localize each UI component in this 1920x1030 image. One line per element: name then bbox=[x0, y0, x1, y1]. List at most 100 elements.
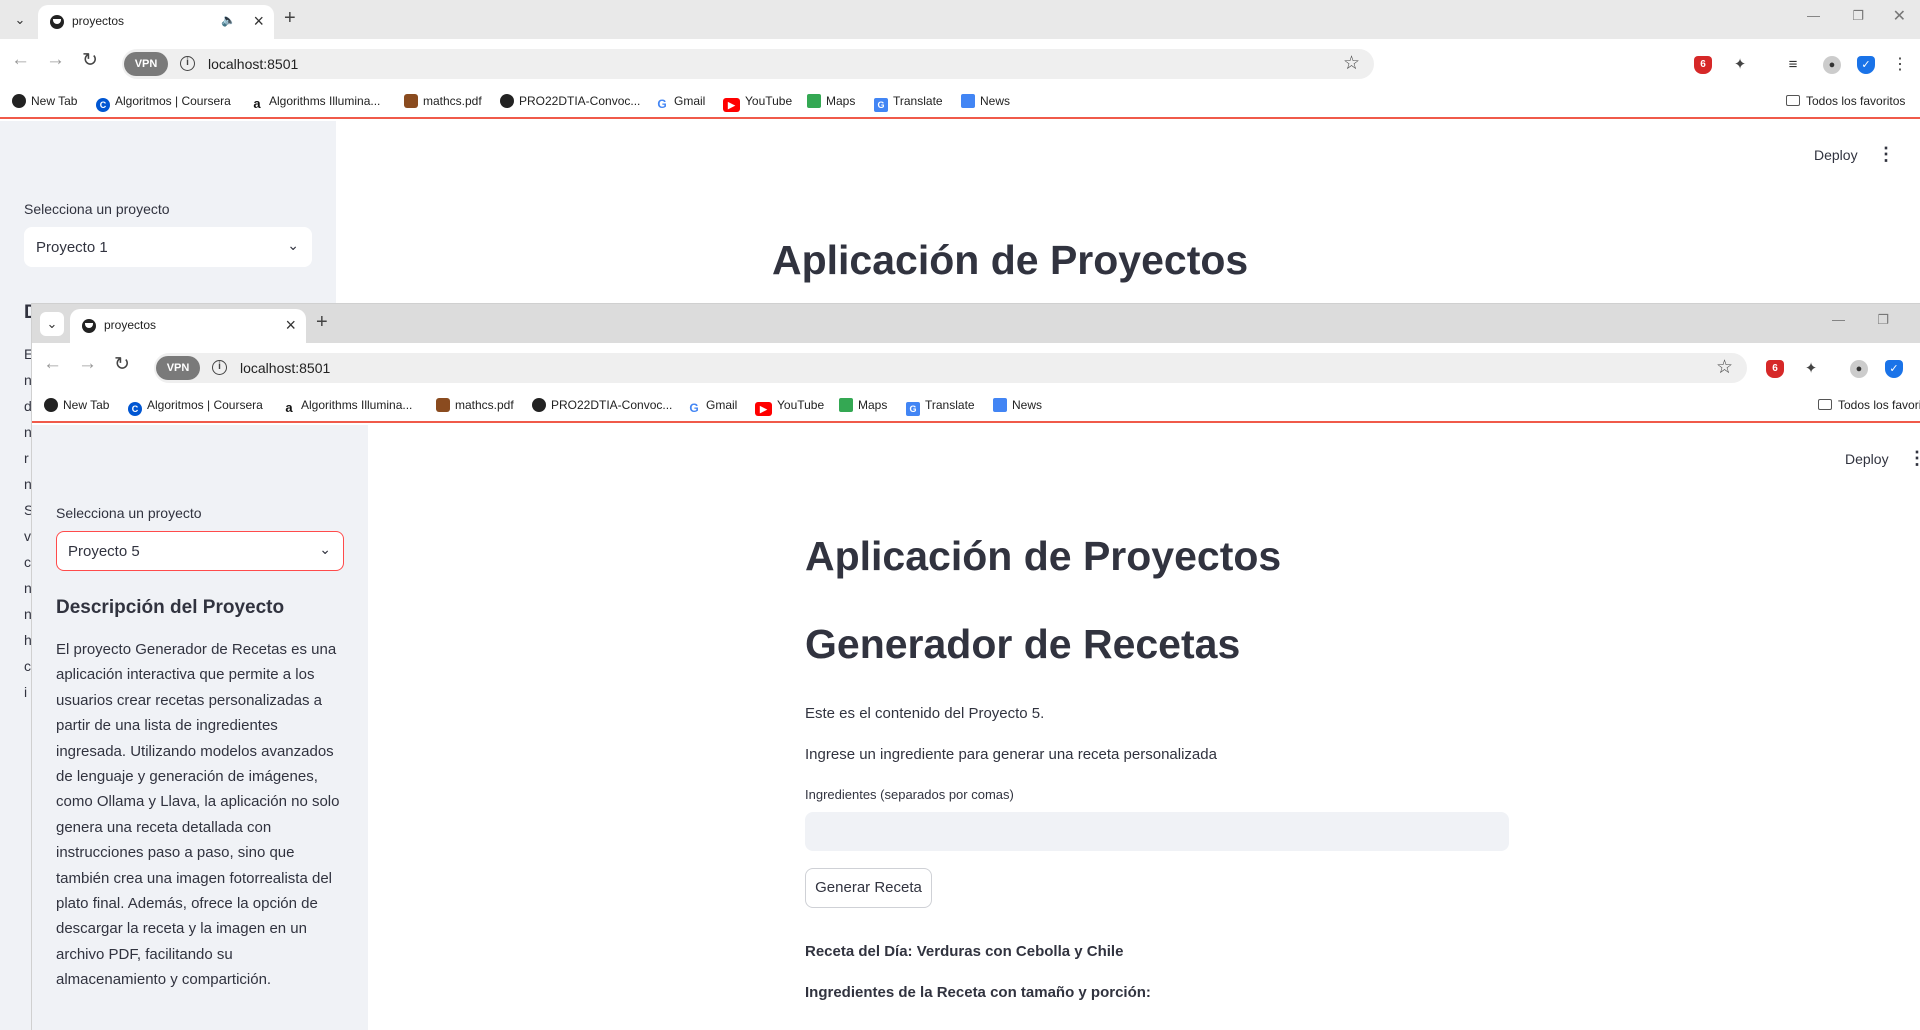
vpn-badge[interactable]: VPN bbox=[124, 52, 168, 76]
bookmark-pro22dtia[interactable]: PRO22DTIA-Convoc... bbox=[500, 94, 640, 108]
bookmarks-bar: New Tab C Algoritmos | Coursera a Algorith… bbox=[32, 390, 1920, 423]
deploy-button[interactable]: Deploy bbox=[1845, 451, 1889, 467]
project-select-value[interactable]: Proyecto 5 bbox=[68, 543, 140, 560]
tab-search-button[interactable]: ⌄ bbox=[8, 8, 32, 32]
forward-arrow-icon[interactable]: → bbox=[46, 49, 65, 71]
bookmark-news[interactable]: News bbox=[993, 398, 1042, 412]
new-tab-button[interactable]: + bbox=[316, 311, 328, 334]
prompt-text: Ingrese un ingrediente para generar una … bbox=[805, 746, 1217, 763]
url-text[interactable]: localhost:8501 bbox=[240, 360, 330, 376]
bookmark-coursera[interactable]: C Algoritmos | Coursera bbox=[128, 398, 263, 416]
bookmark-algorithms[interactable]: a Algorithms Illumina... bbox=[250, 94, 380, 111]
bookmark-mathcs[interactable]: mathcs.pdf bbox=[436, 398, 514, 412]
bookmark-mathcs[interactable]: mathcs.pdf bbox=[404, 94, 482, 108]
deploy-button[interactable]: Deploy bbox=[1814, 147, 1858, 163]
ublock-extension-icon[interactable]: 6 bbox=[1766, 360, 1784, 378]
google-icon: G bbox=[655, 97, 669, 111]
bookmark-star-icon[interactable]: ☆ bbox=[1343, 52, 1360, 75]
ingredients-title: Ingredientes de la Receta con tamaño y p… bbox=[805, 984, 1151, 1001]
generate-recipe-button[interactable]: Generar Receta bbox=[805, 868, 932, 908]
ingredients-label: Ingredientes (separados por comas) bbox=[805, 787, 1014, 802]
bookmark-gmail[interactable]: G Gmail bbox=[655, 94, 705, 111]
project-select-label: Selecciona un proyecto bbox=[24, 201, 170, 217]
minimize-icon[interactable]: — bbox=[1832, 312, 1845, 327]
bookmark-gmail[interactable]: G Gmail bbox=[687, 398, 737, 415]
reload-icon[interactable]: ↻ bbox=[114, 353, 130, 376]
browser-menu-icon[interactable]: ⋮ bbox=[1891, 56, 1909, 74]
shield-crest-icon bbox=[436, 398, 450, 412]
speaker-icon[interactable]: 🔈 bbox=[221, 13, 236, 27]
ublock-extension-icon[interactable]: 6 bbox=[1694, 56, 1712, 74]
restore-icon[interactable]: ❐ bbox=[1852, 8, 1864, 24]
project-select[interactable]: Proyecto 5 ⌄ bbox=[56, 531, 344, 571]
bookmark-maps[interactable]: Maps bbox=[807, 94, 855, 108]
app-menu-icon[interactable]: ⋮ bbox=[1908, 448, 1920, 469]
tab-strip: ⌄ proyectos × + — ❐ bbox=[32, 304, 1920, 343]
profile-avatar-icon[interactable]: ● bbox=[1823, 56, 1841, 74]
address-bar[interactable]: VPN i localhost:8501 ☆ bbox=[154, 353, 1747, 383]
reload-icon[interactable]: ↻ bbox=[82, 49, 98, 72]
bookmark-new-tab[interactable]: New Tab bbox=[12, 94, 77, 108]
security-shield-icon[interactable]: ✓ bbox=[1857, 56, 1875, 74]
close-tab-icon[interactable]: × bbox=[253, 11, 264, 31]
site-info-icon[interactable]: i bbox=[212, 360, 227, 375]
tab-proyectos[interactable]: proyectos × bbox=[70, 309, 306, 343]
bookmark-translate[interactable]: G Translate bbox=[906, 398, 975, 416]
bookmark-label: Gmail bbox=[706, 398, 738, 412]
sidebar: Selecciona un proyecto Proyecto 5 ⌄ Desc… bbox=[32, 425, 368, 1030]
bookmark-coursera[interactable]: C Algoritmos | Coursera bbox=[96, 94, 231, 112]
bookmark-translate[interactable]: G Translate bbox=[874, 94, 943, 112]
tab-proyectos[interactable]: proyectos 🔈 × bbox=[38, 5, 274, 39]
bookmark-algorithms[interactable]: a Algorithms Illumina... bbox=[282, 398, 412, 415]
vpn-badge[interactable]: VPN bbox=[156, 356, 200, 380]
forward-arrow-icon[interactable]: → bbox=[78, 353, 97, 375]
bookmark-label: PRO22DTIA-Convoc... bbox=[551, 398, 673, 412]
news-icon bbox=[993, 398, 1007, 412]
app-menu-icon[interactable]: ⋮ bbox=[1877, 144, 1895, 165]
restore-icon[interactable]: ❐ bbox=[1877, 312, 1889, 328]
news-icon bbox=[961, 94, 975, 108]
globe-icon bbox=[500, 94, 514, 108]
shield-crest-icon bbox=[404, 94, 418, 108]
bookmark-label: News bbox=[1012, 398, 1043, 412]
youtube-icon: ▶ bbox=[755, 402, 772, 416]
folder-icon bbox=[1786, 95, 1800, 106]
site-info-icon[interactable]: i bbox=[180, 56, 195, 71]
bookmark-maps[interactable]: Maps bbox=[839, 398, 887, 412]
bookmark-star-icon[interactable]: ☆ bbox=[1716, 356, 1733, 379]
address-bar[interactable]: VPN i localhost:8501 ☆ bbox=[122, 49, 1374, 79]
bookmark-label: YouTube bbox=[745, 94, 793, 108]
bookmark-pro22dtia[interactable]: PRO22DTIA-Convoc... bbox=[532, 398, 672, 412]
bookmarks-bar: New Tab C Algoritmos | Coursera a Algorith… bbox=[0, 86, 1920, 119]
page-title: Aplicación de Proyectos bbox=[805, 533, 1282, 579]
close-window-icon[interactable]: ✕ bbox=[1893, 6, 1906, 26]
minimize-icon[interactable]: — bbox=[1807, 8, 1820, 23]
amazon-icon: a bbox=[250, 97, 264, 111]
project-select[interactable]: Proyecto 1 ⌄ bbox=[24, 227, 312, 267]
tab-strip: ⌄ proyectos 🔈 × + — ❐ ✕ bbox=[0, 0, 1920, 39]
back-arrow-icon[interactable]: ← bbox=[11, 49, 30, 71]
bookmark-label: Translate bbox=[925, 398, 975, 412]
extensions-puzzle-icon[interactable]: ✦ bbox=[1802, 360, 1820, 378]
url-text[interactable]: localhost:8501 bbox=[208, 56, 298, 72]
all-bookmarks-folder[interactable]: Todos los favori bbox=[1818, 398, 1920, 412]
bookmark-label: Maps bbox=[858, 398, 888, 412]
bookmark-label: mathcs.pdf bbox=[423, 94, 482, 108]
new-tab-button[interactable]: + bbox=[284, 7, 296, 30]
tab-search-button[interactable]: ⌄ bbox=[40, 312, 64, 336]
maps-icon bbox=[807, 94, 821, 108]
extensions-puzzle-icon[interactable]: ✦ bbox=[1731, 56, 1749, 74]
all-bookmarks-folder[interactable]: Todos los favoritos bbox=[1786, 94, 1905, 108]
profile-avatar-icon[interactable]: ● bbox=[1850, 360, 1868, 378]
security-shield-icon[interactable]: ✓ bbox=[1885, 360, 1903, 378]
bookmark-youtube[interactable]: ▶ YouTube bbox=[723, 94, 792, 112]
chevron-down-icon: ⌄ bbox=[319, 541, 331, 557]
translate-icon: G bbox=[874, 98, 888, 112]
back-arrow-icon[interactable]: ← bbox=[43, 353, 62, 375]
ingredients-input[interactable] bbox=[805, 812, 1509, 851]
media-control-icon[interactable]: ≡ bbox=[1784, 56, 1802, 74]
bookmark-new-tab[interactable]: New Tab bbox=[44, 398, 109, 412]
close-tab-icon[interactable]: × bbox=[285, 315, 296, 335]
bookmark-youtube[interactable]: ▶ YouTube bbox=[755, 398, 824, 416]
bookmark-news[interactable]: News bbox=[961, 94, 1010, 108]
